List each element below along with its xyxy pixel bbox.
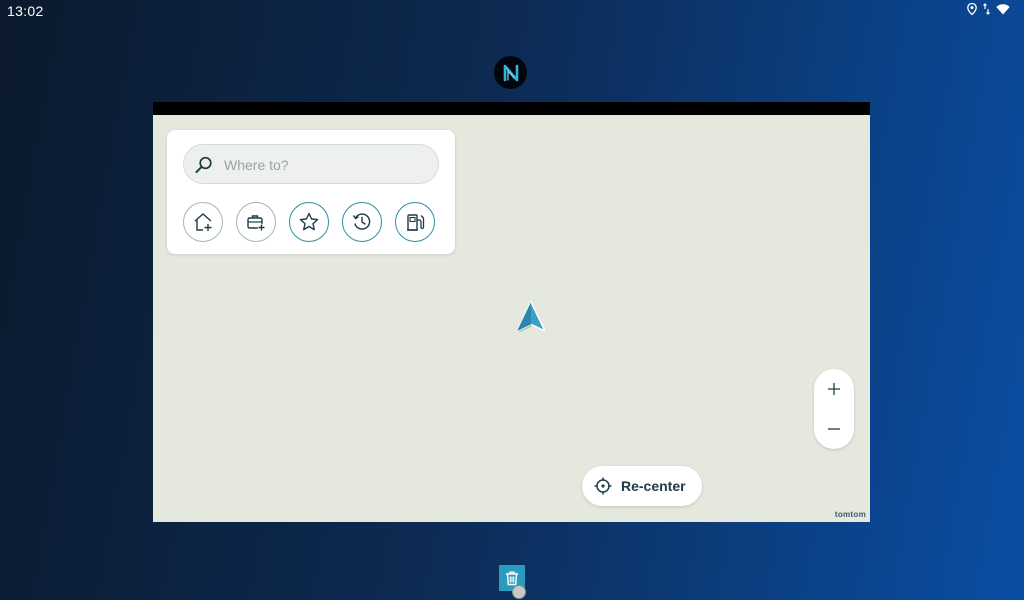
star-icon xyxy=(299,212,319,231)
zoom-out-button[interactable] xyxy=(814,409,854,449)
zoom-in-button[interactable] xyxy=(814,369,854,409)
wifi-icon xyxy=(996,3,1010,14)
search-icon xyxy=(195,156,212,173)
history-icon xyxy=(352,213,371,230)
add-work-button[interactable] xyxy=(236,202,276,242)
trash-icon xyxy=(506,571,518,586)
favorites-button[interactable] xyxy=(289,202,329,242)
location-pin-icon xyxy=(967,3,977,15)
search-panel xyxy=(167,130,455,254)
plus-icon xyxy=(828,383,840,395)
navigation-app-window[interactable]: Re-center tomtom xyxy=(153,102,870,522)
current-position-arrow-icon xyxy=(516,301,547,333)
minus-icon xyxy=(828,428,840,430)
recenter-button[interactable]: Re-center xyxy=(582,466,702,506)
search-input[interactable] xyxy=(222,154,431,176)
add-home-button[interactable] xyxy=(183,202,223,242)
home-plus-icon xyxy=(194,213,212,231)
status-icons xyxy=(967,3,1010,15)
fuel-button[interactable] xyxy=(395,202,435,242)
recent-button[interactable] xyxy=(342,202,382,242)
navigation-app-logo[interactable] xyxy=(494,56,527,89)
status-clock: 13:02 xyxy=(7,3,44,19)
briefcase-plus-icon xyxy=(247,215,266,232)
window-title-bar[interactable] xyxy=(153,102,870,115)
navigation-app-logo-icon xyxy=(503,64,518,81)
data-arrows-icon xyxy=(983,3,990,15)
crosshair-icon xyxy=(594,477,612,495)
drag-handle[interactable] xyxy=(512,585,526,599)
status-bar: 13:02 xyxy=(0,0,1024,22)
recenter-label: Re-center xyxy=(621,478,686,494)
search-box[interactable] xyxy=(183,144,439,184)
zoom-control xyxy=(814,369,854,449)
fuel-pump-icon xyxy=(407,214,425,231)
map-brand-logo: tomtom xyxy=(834,510,866,519)
